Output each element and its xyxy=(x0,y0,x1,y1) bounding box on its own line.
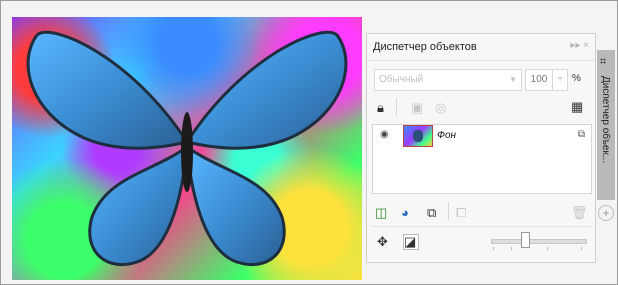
side-tab-label: Диспетчер объек... xyxy=(600,76,611,164)
eye-icon[interactable]: ◉ xyxy=(380,129,389,140)
duplicate-icon[interactable]: ⧉ xyxy=(427,206,436,219)
slider-tick xyxy=(493,247,494,250)
panel-divider xyxy=(371,226,591,227)
layer-row[interactable]: ◉ Фон ⧉ xyxy=(373,125,591,147)
transparency-icon[interactable]: ◎ xyxy=(435,101,446,114)
blend-mode-select[interactable]: Обычный ▼ xyxy=(374,69,522,91)
slider-track xyxy=(491,239,587,244)
panel-header-icons[interactable]: ▸▸ × xyxy=(570,40,589,51)
toolbar-separator xyxy=(396,98,397,116)
add-icon[interactable]: + xyxy=(598,205,614,221)
group-icon[interactable]: ⧠ xyxy=(456,206,466,219)
layer-thumbnail xyxy=(403,125,433,147)
object-manager-icon: ⌗ xyxy=(600,56,607,68)
layer-name: Фон xyxy=(437,130,457,141)
slider-handle[interactable] xyxy=(521,232,530,248)
opacity-unit: % xyxy=(572,73,581,84)
object-manager-panel: Диспетчер объектов ▸▸ × Обычный ▼ 100 + … xyxy=(366,33,596,263)
new-mask-icon[interactable]: ◕ xyxy=(401,206,409,219)
opacity-stepper[interactable]: + xyxy=(552,69,568,91)
slider-tick xyxy=(511,247,512,250)
mask-icon[interactable]: ▣ xyxy=(411,101,423,114)
slider-tick xyxy=(547,247,548,250)
opacity-input[interactable]: 100 xyxy=(525,69,553,91)
new-layer-icon[interactable]: ◫ xyxy=(375,206,387,219)
butterfly-image xyxy=(26,30,348,267)
panel-header: Диспетчер объектов ▸▸ × xyxy=(367,34,595,61)
slider-tick xyxy=(581,247,582,250)
layer-options-icon[interactable]: ⧉ xyxy=(578,129,585,140)
image-canvas[interactable] xyxy=(12,17,362,280)
layers-list: ◉ Фон ⧉ xyxy=(372,124,592,194)
lock-icon[interactable]: 🔒︎ xyxy=(377,101,384,114)
side-tab[interactable]: ⌗ Диспетчер объек... xyxy=(597,50,615,200)
checker-icon[interactable]: ▦ xyxy=(571,100,583,113)
trash-icon[interactable]: 🗑︎ xyxy=(571,206,588,219)
properties-icon[interactable]: ◪ xyxy=(403,234,419,250)
blend-mode-value: Обычный xyxy=(379,74,424,85)
panel-title: Диспетчер объектов xyxy=(373,41,477,53)
move-icon[interactable]: ✥ xyxy=(377,235,388,248)
toolbar-separator xyxy=(448,202,449,220)
chevron-down-icon: ▼ xyxy=(509,75,517,84)
zoom-slider[interactable] xyxy=(491,232,587,250)
